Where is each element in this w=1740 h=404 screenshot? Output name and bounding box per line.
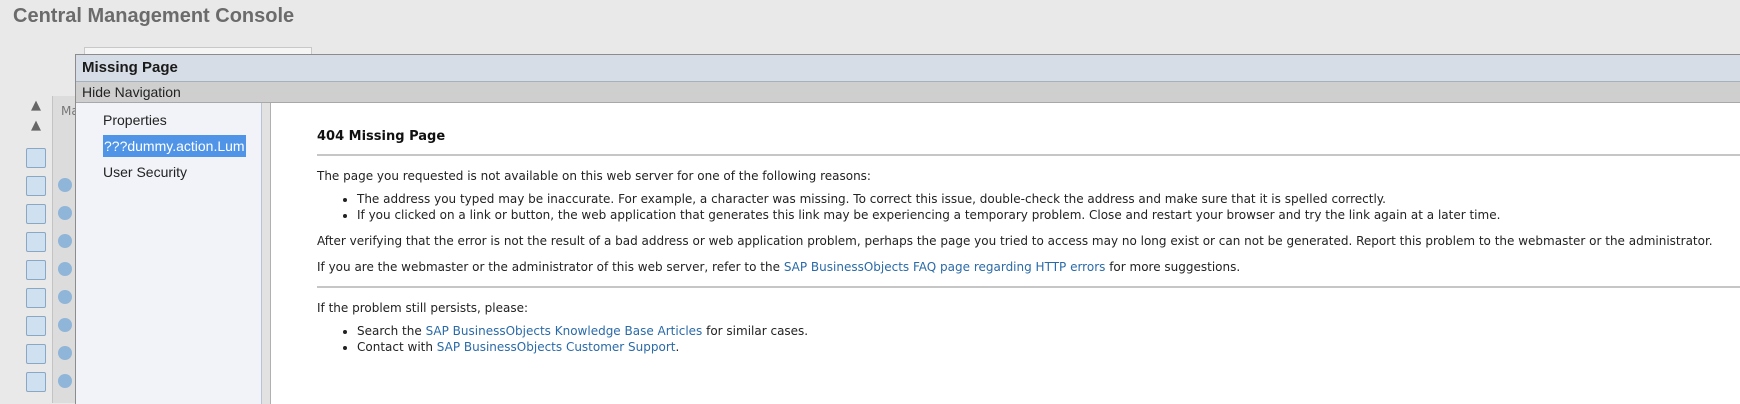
admin-text: If you are the webmaster or the administ…	[317, 260, 1740, 274]
list-item: The address you typed may be inaccurate.…	[357, 192, 1740, 206]
sidebar-item-dummy-action[interactable]: ???dummy.action.Lum	[76, 135, 261, 157]
sidebar-item-label: User Security	[103, 164, 188, 180]
sidebar-item-label: ???dummy.action.Lum	[103, 135, 246, 157]
arrow-icon[interactable]	[58, 318, 72, 332]
reasons-list: The address you typed may be inaccurate.…	[317, 192, 1740, 222]
database-icon[interactable]	[26, 372, 46, 392]
splitter[interactable]	[262, 103, 271, 404]
list-item: Contact with SAP BusinessObjects Custome…	[357, 340, 1740, 354]
contact-prefix: Contact with	[357, 340, 437, 354]
hide-navigation-toggle[interactable]: Hide Navigation	[76, 82, 1740, 103]
arrow-icon[interactable]	[58, 234, 72, 248]
background-nav-arrows: ▲︎ ▲	[28, 98, 44, 138]
list-item: Search the SAP BusinessObjects Knowledge…	[357, 324, 1740, 338]
search-suffix: for similar cases.	[702, 324, 809, 338]
dialog-sidebar: Properties ???dummy.action.Lum User Secu…	[76, 103, 262, 404]
star-icon[interactable]	[58, 262, 72, 276]
divider	[317, 286, 1740, 288]
grid-icon[interactable]	[58, 290, 72, 304]
intro-text: The page you requested is not available …	[317, 169, 871, 183]
server-icon[interactable]	[26, 260, 46, 280]
gear-icon[interactable]	[58, 178, 72, 192]
folder-icon[interactable]	[26, 148, 46, 168]
customer-support-link[interactable]: SAP BusinessObjects Customer Support	[437, 340, 676, 354]
persist-text: If the problem still persists, please:	[317, 301, 529, 315]
scroll-top-icon[interactable]: ▲︎	[28, 98, 44, 114]
sidebar-item-user-security[interactable]: User Security	[76, 161, 261, 183]
settings-icon[interactable]	[58, 374, 72, 388]
error-content: 404 Missing Page The page you requested …	[271, 103, 1740, 404]
faq-link[interactable]: SAP BusinessObjects FAQ page regarding H…	[784, 260, 1106, 274]
arrow-icon[interactable]	[58, 346, 72, 360]
missing-page-dialog: Missing Page Hide Navigation Properties …	[75, 54, 1740, 404]
sidebar-item-label: Properties	[103, 112, 167, 128]
list-item: If you clicked on a link or button, the …	[357, 208, 1740, 222]
folder-icon[interactable]	[26, 176, 46, 196]
page-heading: 404 Missing Page	[317, 129, 446, 144]
users-icon[interactable]	[26, 316, 46, 336]
arrow-icon[interactable]	[58, 206, 72, 220]
help-list: Search the SAP BusinessObjects Knowledge…	[317, 324, 1740, 354]
sidebar-item-properties[interactable]: Properties	[76, 109, 261, 131]
dialog-title: Missing Page	[76, 55, 1740, 82]
scroll-up-icon[interactable]: ▲	[28, 118, 44, 134]
admin-prefix: If you are the webmaster or the administ…	[317, 260, 784, 274]
server-icon[interactable]	[26, 232, 46, 252]
background-icon-column	[22, 144, 78, 396]
contact-suffix: .	[675, 340, 680, 354]
admin-suffix: for more suggestions.	[1105, 260, 1241, 274]
users-icon[interactable]	[26, 288, 46, 308]
folder-icon[interactable]	[26, 204, 46, 224]
knowledge-base-link[interactable]: SAP BusinessObjects Knowledge Base Artic…	[426, 324, 703, 338]
divider	[317, 154, 1740, 156]
monitor-icon[interactable]	[26, 344, 46, 364]
search-prefix: Search the	[357, 324, 426, 338]
after-verify-text: After verifying that the error is not th…	[317, 234, 1713, 248]
app-title: Central Management Console	[13, 5, 295, 27]
